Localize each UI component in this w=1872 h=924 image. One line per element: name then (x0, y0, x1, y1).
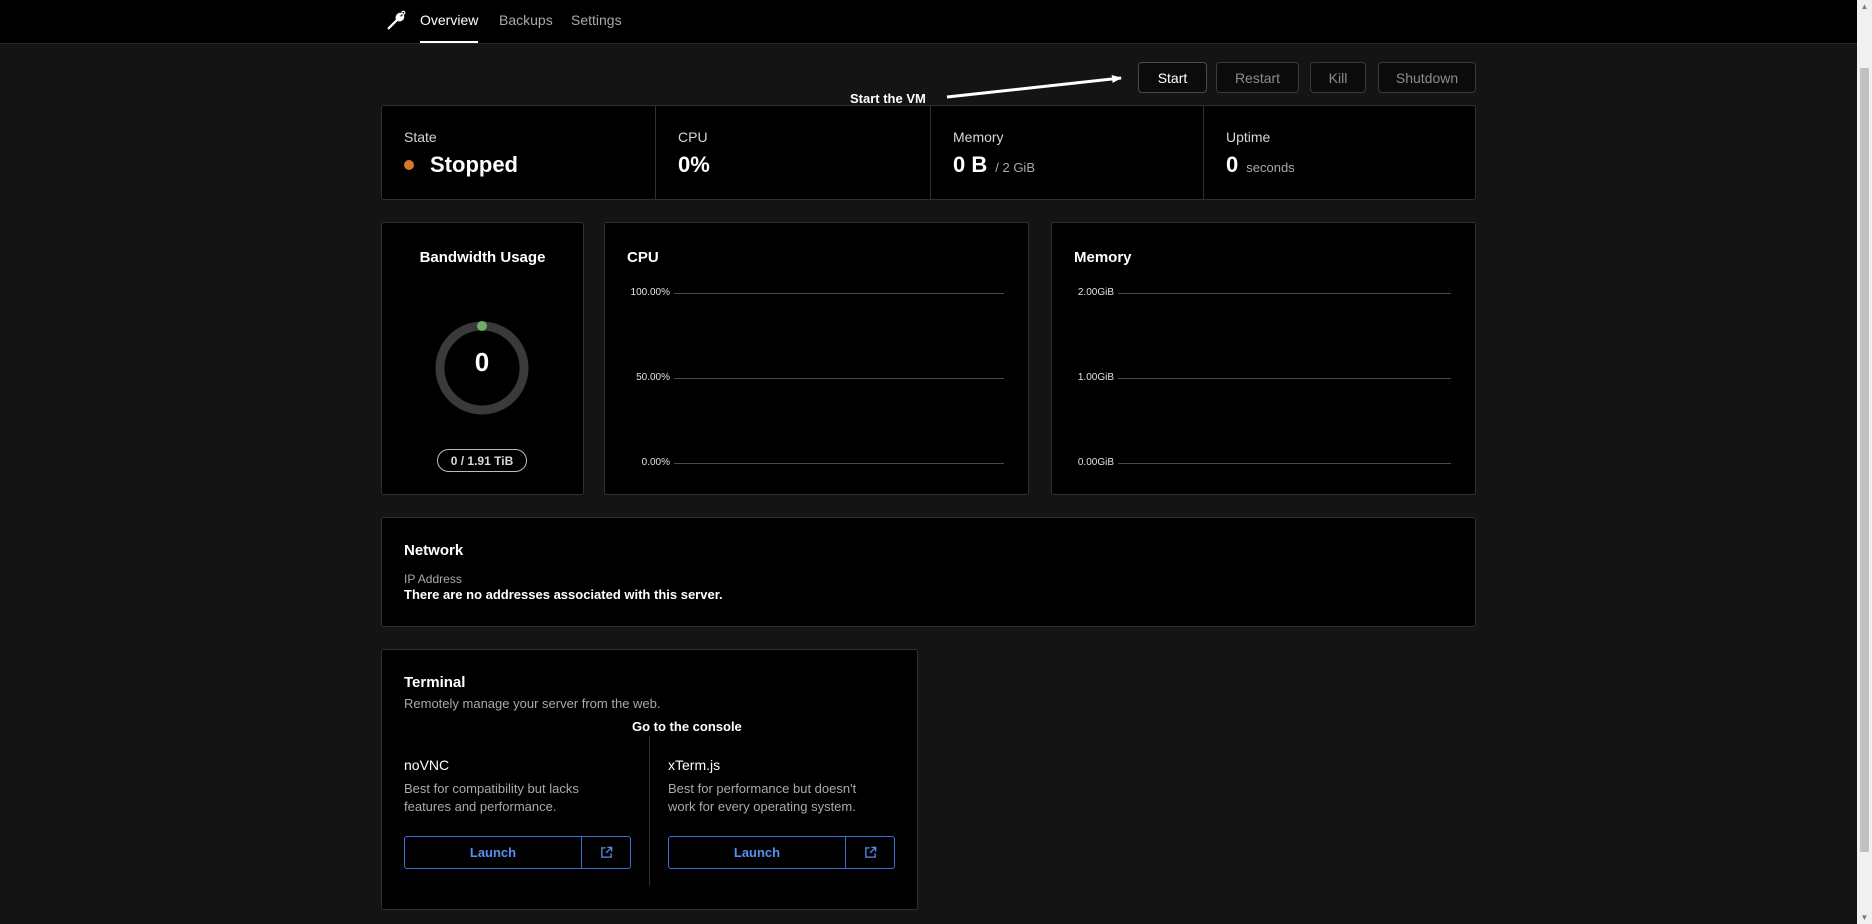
external-link-icon (600, 846, 612, 858)
stats-bar: State Stopped CPU 0% Memory 0 B / 2 GiB U… (381, 105, 1476, 200)
memory-gridline (1118, 378, 1451, 379)
state-label: State (404, 129, 437, 145)
terminal-title: Terminal (404, 674, 466, 691)
cpu-chart-card: CPU (604, 222, 1029, 495)
scrollbar-thumb[interactable] (1860, 68, 1869, 852)
page-scrollbar[interactable]: ▲ ▼ (1857, 0, 1872, 924)
status-dot-icon (404, 160, 414, 170)
bandwidth-usage-pill: 0 / 1.91 TiB (437, 449, 527, 472)
kill-button[interactable]: Kill (1310, 62, 1366, 93)
shutdown-button[interactable]: Shutdown (1378, 62, 1476, 93)
memory-total: / 2 GiB (995, 160, 1035, 175)
novnc-title: noVNC (404, 757, 450, 773)
external-link-icon (864, 846, 876, 858)
memory-tick-label: 2.00GiB (1077, 287, 1114, 298)
xterm-launch-group: Launch (668, 836, 895, 869)
stat-cpu: CPU 0% (655, 106, 930, 199)
cpu-gridline (674, 463, 1004, 464)
start-button[interactable]: Start (1138, 62, 1207, 93)
terminal-divider (649, 736, 650, 886)
ip-address-value: There are no addresses associated with t… (404, 587, 723, 602)
xterm-title: xTerm.js (668, 757, 721, 773)
restart-button[interactable]: Restart (1216, 62, 1299, 93)
memory-tick-label: 0.00GiB (1077, 457, 1114, 468)
stat-memory: Memory 0 B / 2 GiB (930, 106, 1203, 199)
wrench-logo-icon[interactable] (385, 10, 407, 32)
novnc-description-line: Best for compatibility but lacks (404, 781, 579, 796)
memory-chart-card: Memory (1051, 222, 1476, 495)
xterm-open-new-window-button[interactable] (846, 837, 894, 868)
state-value: Stopped (430, 152, 518, 177)
cpu-value: 0% (678, 152, 710, 177)
start-vm-arrow (946, 75, 1122, 99)
cpu-tick-label: 50.00% (636, 372, 670, 383)
novnc-open-new-window-button[interactable] (582, 837, 630, 868)
network-card: Network IP Address There are no addresse… (381, 517, 1476, 627)
memory-value: 0 B (953, 152, 988, 177)
bandwidth-value: 0 (474, 347, 490, 377)
novnc-launch-group: Launch (404, 836, 631, 869)
xterm-description: Best for performance but doesn't work fo… (668, 780, 856, 816)
uptime-value: 0 (1226, 152, 1239, 177)
start-vm-annotation: Start the VM (850, 91, 926, 106)
xterm-description-line: Best for performance but doesn't (668, 781, 857, 796)
uptime-unit: seconds (1246, 160, 1295, 175)
memory-tick-label: 1.00GiB (1077, 372, 1114, 383)
top-nav-bar: Overview Backups Settings (0, 0, 1857, 44)
xterm-launch-button[interactable]: Launch (669, 837, 846, 868)
tab-overview[interactable]: Overview (420, 12, 479, 43)
uptime-label: Uptime (1226, 129, 1271, 145)
novnc-description: Best for compatibility but lacks feature… (404, 780, 579, 816)
xterm-description-line: work for every operating system. (668, 799, 856, 814)
scroll-down-arrow-icon[interactable]: ▼ (1857, 913, 1872, 922)
stat-state: State Stopped (382, 106, 655, 199)
scroll-up-arrow-icon[interactable]: ▲ (1857, 2, 1872, 11)
cpu-label: CPU (678, 129, 708, 145)
tab-backups[interactable]: Backups (499, 12, 553, 43)
tab-settings[interactable]: Settings (571, 12, 622, 43)
stat-uptime: Uptime 0 seconds (1203, 106, 1475, 199)
cpu-tick-label: 0.00% (641, 457, 670, 468)
memory-gridline (1118, 293, 1451, 294)
memory-label: Memory (953, 129, 1004, 145)
cpu-tick-label: 100.00% (630, 287, 670, 298)
memory-chart-title: Memory (1074, 249, 1132, 266)
ip-address-label: IP Address (404, 572, 462, 586)
cpu-gridline (674, 378, 1004, 379)
network-title: Network (404, 542, 464, 559)
terminal-subtitle: Remotely manage your server from the web… (404, 696, 661, 711)
cpu-gridline (674, 293, 1004, 294)
console-annotation: Go to the console (632, 719, 742, 734)
bandwidth-title: Bandwidth Usage (419, 249, 546, 266)
novnc-launch-button[interactable]: Launch (405, 837, 582, 868)
terminal-card: Terminal Remotely manage your server fro… (381, 649, 918, 910)
memory-gridline (1118, 463, 1451, 464)
cpu-chart-title: CPU (627, 249, 659, 266)
bandwidth-marker (477, 321, 487, 331)
novnc-description-line: features and performance. (404, 799, 557, 814)
